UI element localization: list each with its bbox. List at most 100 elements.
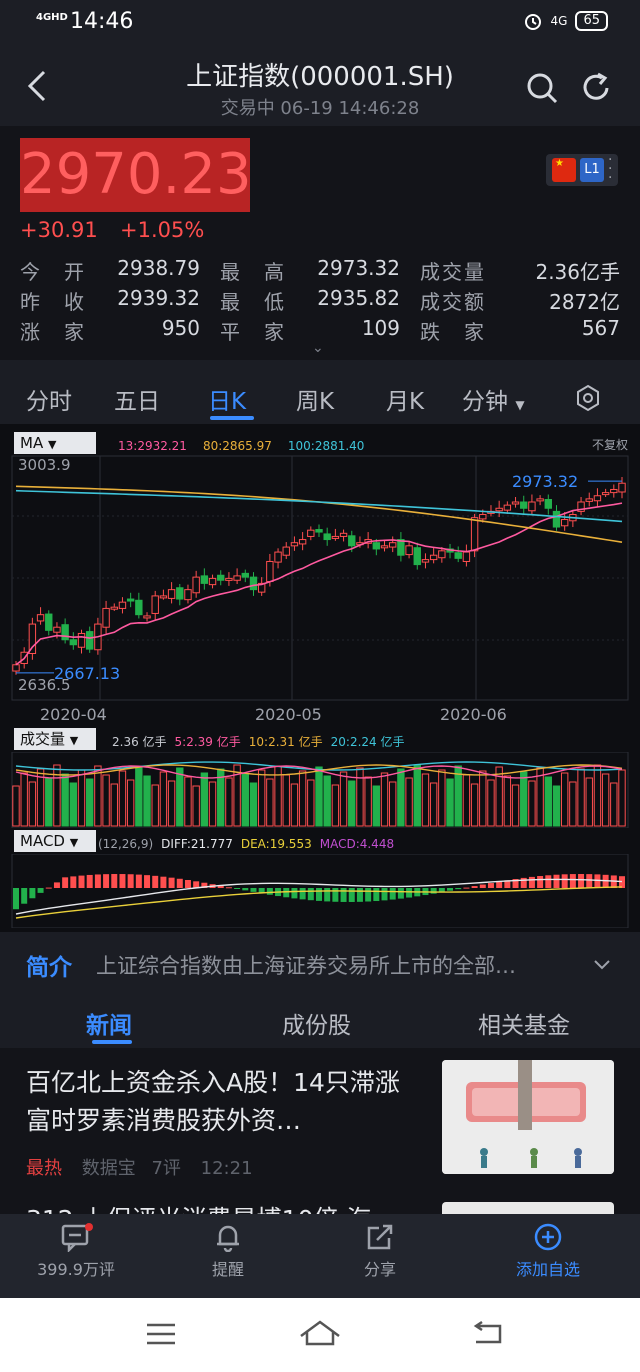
comment-button[interactable]: 399.9万评 bbox=[16, 1222, 136, 1280]
volume-bar bbox=[208, 781, 217, 827]
restore-mode[interactable]: 不复权 bbox=[592, 436, 628, 453]
volume-bar bbox=[290, 783, 299, 827]
macd-bar bbox=[242, 888, 249, 891]
macd-chart bbox=[11, 854, 629, 928]
macd-bar bbox=[455, 888, 462, 890]
tab-constituents[interactable]: 成份股 bbox=[282, 1006, 351, 1040]
refresh-icon[interactable] bbox=[578, 70, 614, 106]
active-tab-underline bbox=[210, 416, 254, 420]
menu-icon[interactable] bbox=[144, 1322, 178, 1346]
candle-body bbox=[143, 615, 151, 619]
volume-bar bbox=[200, 772, 209, 827]
macd-bar bbox=[324, 888, 331, 902]
macd-bar bbox=[78, 875, 85, 888]
alert-button[interactable]: 提醒 bbox=[168, 1222, 288, 1280]
macd-bar bbox=[86, 874, 93, 888]
chevron-down-icon[interactable] bbox=[592, 954, 612, 974]
market-level-badge[interactable]: ★ L1 · · · bbox=[546, 153, 618, 186]
candle-body bbox=[511, 501, 520, 505]
candle-body bbox=[610, 488, 618, 494]
macd-bar bbox=[184, 879, 191, 888]
macd-bar bbox=[528, 876, 535, 888]
candle-body bbox=[429, 554, 438, 561]
volume-legend: 2.36 亿手 5:2.39 亿手 10:2.31 亿手 20:2.24 亿手 bbox=[112, 731, 412, 750]
candle-body bbox=[233, 575, 241, 581]
volume-bar bbox=[241, 773, 249, 827]
volume-bar bbox=[249, 782, 258, 827]
legend-item: 20:2.24 亿手 bbox=[330, 735, 405, 749]
volume-bar bbox=[544, 776, 552, 827]
kline-chart-area[interactable]: MA ▼ 13:2932.21 80:2865.97 100:2881.40 不复权… bbox=[0, 424, 640, 932]
tab-five-day[interactable]: 五日 bbox=[114, 382, 160, 416]
candle-body bbox=[421, 559, 430, 563]
news-tabs: 新闻 成份股 相关基金 bbox=[0, 996, 640, 1046]
volume-bar bbox=[397, 768, 405, 827]
price-change-pct: +1.05% bbox=[120, 218, 205, 242]
status-time: 14:46 bbox=[70, 9, 134, 34]
macd-bar bbox=[332, 888, 339, 902]
add-watchlist-button[interactable]: 添加自选 bbox=[488, 1222, 608, 1280]
tab-intraday[interactable]: 分时 bbox=[26, 382, 72, 416]
volume-bar bbox=[12, 785, 20, 827]
macd-bar bbox=[447, 888, 454, 891]
news-comments: 7评 bbox=[151, 1158, 181, 1179]
candle-body bbox=[176, 587, 184, 600]
macd-bar bbox=[586, 874, 593, 888]
candle-body bbox=[331, 535, 340, 539]
home-icon[interactable] bbox=[298, 1318, 342, 1348]
back-nav-icon[interactable] bbox=[470, 1320, 506, 1348]
ma-indicator-label: MA bbox=[20, 434, 44, 452]
tab-minute[interactable]: 分钟 ▼ bbox=[462, 382, 525, 416]
tab-monthly-k[interactable]: 月K bbox=[386, 382, 424, 416]
tab-related-funds[interactable]: 相关基金 bbox=[478, 1006, 570, 1040]
candle-body bbox=[503, 504, 512, 511]
legend-item: 100:2881.40 bbox=[287, 439, 365, 453]
ma-indicator-button[interactable]: MA ▼ bbox=[14, 432, 96, 454]
volume-bar bbox=[94, 765, 102, 827]
search-icon[interactable] bbox=[524, 70, 560, 106]
tab-daily-k[interactable]: 日K bbox=[208, 382, 246, 416]
candle-body bbox=[593, 495, 602, 502]
volume-bar bbox=[528, 780, 536, 827]
volume-bar bbox=[20, 772, 28, 827]
bell-icon bbox=[217, 1225, 239, 1252]
macd-bar bbox=[594, 874, 601, 888]
candle-body bbox=[102, 607, 110, 628]
macd-bar bbox=[21, 888, 28, 904]
macd-legend: (12,26,9) DIFF:21.777 DEA:19.553 MACD:4.448 bbox=[98, 833, 402, 852]
volume-bar bbox=[61, 773, 69, 827]
y-axis-top-label: 3003.9 bbox=[18, 456, 71, 474]
volume-bar bbox=[446, 778, 454, 827]
candle-body bbox=[528, 501, 536, 512]
share-button[interactable]: 分享 bbox=[320, 1222, 440, 1280]
intro-bar[interactable]: 简介 上证综合指数由上海证券交易所上市的全部… bbox=[0, 936, 640, 992]
intro-text: 上证综合指数由上海证券交易所上市的全部… bbox=[96, 954, 516, 978]
news-list-item[interactable]: 百亿北上资金杀入A股！14只滞涨富时罗素消费股获外资… 最热 数据宝 7评 12… bbox=[0, 1048, 640, 1214]
legend-item: 80:2865.97 bbox=[202, 439, 272, 453]
macd-bar bbox=[94, 874, 101, 888]
chart-settings-icon[interactable] bbox=[574, 384, 602, 412]
volume-bar bbox=[135, 766, 143, 827]
candle-body bbox=[380, 545, 389, 549]
kline-chart: 3003.92636.52667.132973.322020-04 2020-05… bbox=[11, 455, 629, 724]
macd-bar bbox=[578, 874, 585, 888]
volume-indicator-button[interactable]: 成交量 ▼ bbox=[14, 728, 96, 750]
volume-bar bbox=[118, 770, 127, 827]
x-axis-label: 2020-04 bbox=[40, 705, 107, 724]
macd-bar bbox=[135, 874, 142, 888]
legend-item: (12,26,9) bbox=[98, 837, 154, 851]
volume-bar bbox=[323, 775, 331, 827]
macd-bar bbox=[283, 888, 290, 898]
status-right: 4G 65 bbox=[523, 11, 608, 31]
news-title[interactable]: 百亿北上资金杀入A股！14只滞涨富时罗素消费股获外资… bbox=[26, 1064, 422, 1140]
expand-chevron-icon[interactable]: ⌄ bbox=[312, 340, 324, 356]
volume-bar bbox=[569, 781, 577, 827]
volume-bar bbox=[487, 779, 495, 827]
tab-weekly-k[interactable]: 周K bbox=[296, 382, 334, 416]
volume-bar bbox=[86, 778, 94, 827]
macd-indicator-button[interactable]: MACD ▼ bbox=[14, 830, 96, 852]
candle-body bbox=[45, 613, 53, 631]
tab-news[interactable]: 新闻 bbox=[86, 1006, 132, 1040]
active-tab-underline bbox=[92, 1040, 132, 1044]
candle-body bbox=[298, 539, 307, 545]
